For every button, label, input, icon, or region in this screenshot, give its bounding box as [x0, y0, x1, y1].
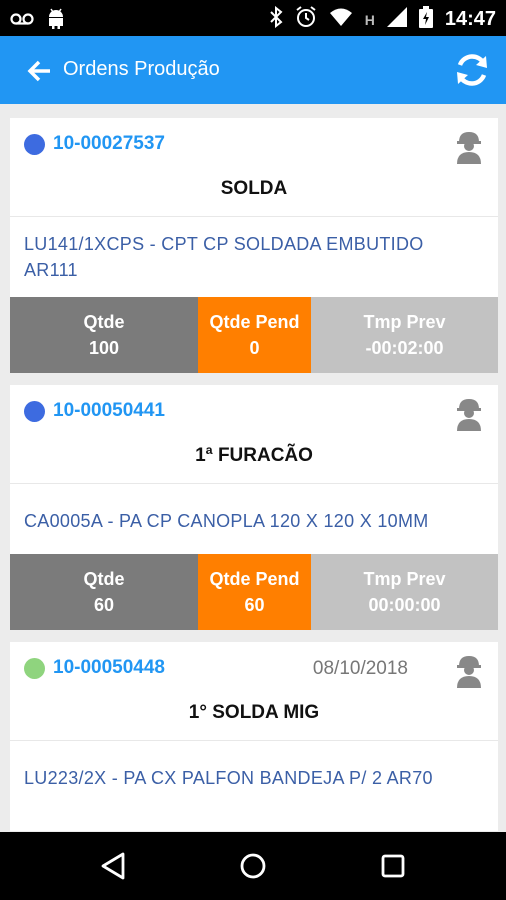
back-button[interactable] [22, 54, 56, 88]
order-number[interactable]: 10-00027537 [53, 133, 165, 155]
refresh-icon [457, 54, 487, 86]
qtde-stat: Qtde 100 [10, 297, 198, 373]
order-number[interactable]: 10-00050448 [53, 657, 165, 679]
bluetooth-icon [269, 5, 283, 33]
arrow-back-icon [27, 60, 50, 82]
navigation-bar [0, 832, 506, 900]
qtde-label: Qtde [83, 312, 125, 332]
refresh-button[interactable] [450, 48, 494, 92]
nav-back-icon [101, 852, 125, 880]
android-icon [46, 8, 66, 35]
tmp-prev-value: -00:02:00 [365, 338, 444, 358]
qtde-label: Qtde [83, 569, 125, 589]
nav-home-icon [240, 853, 266, 879]
product-description: CA0005A - PA CP CANOPLA 120 X 120 X 10MM [10, 484, 498, 554]
product-description: LU223/2X - PA CX PALFON BANDEJA P/ 2 AR7… [10, 741, 498, 831]
voicemail-icon [10, 11, 34, 32]
product-line: LU223/2X - PA CX PALFON BANDEJA P/ 2 AR7… [24, 768, 433, 788]
qtde-pend-value: 60 [244, 595, 265, 615]
status-dot [24, 401, 45, 422]
nav-back-button[interactable] [96, 849, 130, 883]
product-description: LU141/1XCPS - CPT CP SOLDADA EMBUTIDO AR… [10, 217, 498, 297]
product-line: LU141/1XCPS - CPT CP SOLDADA EMBUTIDO [24, 234, 424, 254]
worker-icon[interactable] [454, 397, 484, 431]
product-line: AR111 [24, 260, 78, 280]
order-date: 08/10/2018 [312, 658, 408, 679]
network-type-label: H [364, 11, 375, 28]
worker-icon[interactable] [454, 130, 484, 164]
order-header: 10-00027537 SOLDA [10, 118, 498, 217]
order-card[interactable]: 10-00050441 1ª FURACÃO CA0005A - PA CP C… [10, 385, 498, 630]
order-header: 10-00050448 08/10/2018 1° SOLDA MIG [10, 642, 498, 741]
order-header: 10-00050441 1ª FURACÃO [10, 385, 498, 484]
order-stats: Qtde 100 Qtde Pend 0 Tmp Prev -00:02:00 [10, 297, 498, 373]
product-line: CA0005A - PA CP CANOPLA 120 X 120 X 10MM [24, 511, 429, 531]
tmp-prev-stat: Tmp Prev -00:02:00 [311, 297, 498, 373]
tmp-prev-label: Tmp Prev [363, 312, 446, 332]
order-card[interactable]: 10-00050448 08/10/2018 1° SOLDA MIG LU22… [10, 642, 498, 831]
order-stats: Qtde 60 Qtde Pend 60 Tmp Prev 00:00:00 [10, 554, 498, 630]
qtde-pend-stat: Qtde Pend 60 [198, 554, 311, 630]
signal-icon [386, 7, 407, 32]
qtde-pend-value: 0 [249, 338, 260, 358]
app-bar: Ordens Produção [0, 36, 506, 104]
tmp-prev-value: 00:00:00 [368, 595, 441, 615]
page-title: Ordens Produção [63, 58, 220, 80]
qtde-stat: Qtde 60 [10, 554, 198, 630]
qtde-pend-stat: Qtde Pend 0 [198, 297, 311, 373]
qtde-value: 60 [93, 595, 115, 615]
operation-name: SOLDA [220, 178, 288, 199]
status-dot [24, 658, 45, 679]
tmp-prev-label: Tmp Prev [363, 569, 446, 589]
nav-home-button[interactable] [236, 849, 270, 883]
worker-icon[interactable] [454, 654, 484, 688]
tmp-prev-stat: Tmp Prev 00:00:00 [311, 554, 498, 630]
status-time: 14:47 [444, 8, 496, 30]
orders-list: 10-00027537 SOLDA LU141/1XCPS - CPT CP S… [10, 118, 498, 843]
operation-name: 1ª FURACÃO [195, 445, 313, 466]
battery-icon [418, 6, 433, 33]
qtde-pend-label: Qtde Pend [209, 312, 300, 332]
order-number[interactable]: 10-00050441 [53, 400, 165, 422]
nav-recents-button[interactable] [376, 849, 410, 883]
wifi-icon [329, 7, 353, 32]
alarm-icon [295, 6, 317, 33]
status-dot [24, 134, 45, 155]
order-card[interactable]: 10-00027537 SOLDA LU141/1XCPS - CPT CP S… [10, 118, 498, 373]
status-bar: H 14:47 [0, 0, 506, 36]
qtde-value: 100 [88, 338, 120, 358]
qtde-pend-label: Qtde Pend [209, 569, 300, 589]
operation-name: 1° SOLDA MIG [188, 702, 320, 723]
nav-recents-icon [381, 854, 405, 878]
